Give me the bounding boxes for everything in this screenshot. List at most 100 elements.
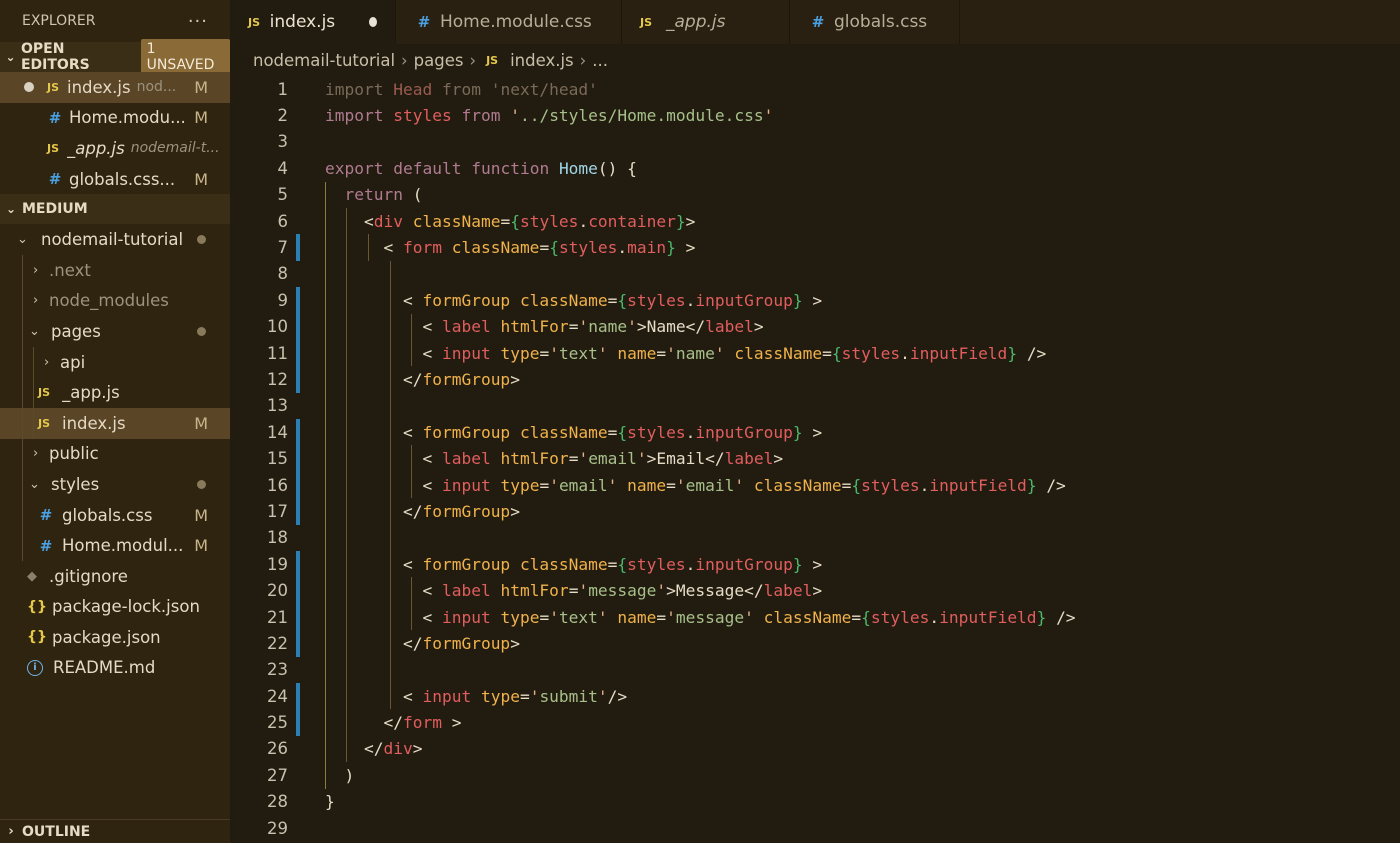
line-number: 16	[267, 475, 288, 495]
code-line[interactable]: 22 </formGroup>	[230, 630, 1400, 657]
code-text: < formGroup className={styles.inputGroup…	[402, 290, 823, 310]
breadcrumb-folder[interactable]: nodemail-tutorial	[253, 51, 395, 70]
code-text: < label htmlFor='email'>Email</label>	[422, 449, 784, 469]
code-line[interactable]: 21 < input type='text' name='message' cl…	[230, 603, 1400, 631]
tree-folder-next[interactable]: › .next	[0, 254, 230, 286]
tree-folder-pages[interactable]: ⌄ pages	[0, 316, 230, 347]
code-line[interactable]: 1 import Head from 'next/head'	[230, 76, 1400, 102]
folder-name: pages	[51, 321, 101, 341]
workspace-header[interactable]: ⌄ MEDIUM	[0, 194, 230, 225]
tab-globals-css[interactable]: # globals.css	[790, 0, 960, 44]
code-line[interactable]: 19 < formGroup className={styles.inputGr…	[230, 551, 1400, 578]
tab-home-module-css[interactable]: # Home.module.css	[396, 0, 622, 44]
tree-folder-nodemail-tutorial[interactable]: ⌄ nodemail-tutorial	[0, 224, 230, 255]
breadcrumb-symbol[interactable]: ...	[592, 51, 608, 70]
code-text: < input type='email' name='email' classN…	[422, 475, 1066, 495]
line-number: 5	[277, 185, 289, 205]
modified-dot-icon	[197, 326, 206, 336]
code-line[interactable]: 13	[230, 392, 1400, 420]
code-line[interactable]: 28 }	[230, 789, 1400, 815]
chevron-right-icon: ›	[579, 50, 587, 70]
line-number: 8	[277, 264, 289, 284]
tree-folder-api[interactable]: › api	[0, 346, 230, 378]
file-description: nod...	[136, 79, 177, 96]
tree-file-home-module-css[interactable]: # Home.modul... M	[0, 530, 230, 561]
code-line[interactable]: 16 < input type='email' name='email' cla…	[230, 471, 1400, 499]
tree-file-index-js[interactable]: JS index.js M	[0, 407, 230, 439]
tree-indent-guide	[22, 438, 23, 470]
code-line[interactable]: 20 < label htmlFor='message'>Message</la…	[230, 577, 1400, 604]
open-editor-home-module-css[interactable]: # Home.modu... M	[0, 103, 230, 134]
tree-file-readme[interactable]: i README.md	[0, 653, 230, 684]
code-line[interactable]: 8	[230, 260, 1400, 288]
code-line[interactable]: 15 < label htmlFor='email'>Email</label>	[230, 445, 1400, 472]
code-line[interactable]: 26 </div>	[230, 735, 1400, 763]
indent-guide	[346, 260, 347, 288]
code-line[interactable]: 6 <div className={styles.container}>	[230, 207, 1400, 235]
modified-line-marker	[296, 498, 300, 525]
open-editors-header[interactable]: ⌄ OPEN EDITORS 1 UNSAVED	[0, 39, 230, 75]
code-line[interactable]: 23	[230, 656, 1400, 683]
modified-line-marker	[296, 709, 300, 736]
code-line[interactable]: 25 </form >	[230, 709, 1400, 736]
outline-header[interactable]: › OUTLINE	[0, 819, 230, 843]
line-number: 29	[267, 818, 288, 838]
code-line[interactable]: 27 )	[230, 762, 1400, 789]
chevron-right-icon: ›	[401, 50, 408, 70]
tab-label: globals.css	[834, 12, 928, 32]
code-line[interactable]: 10 < label htmlFor='name'>Name</label>	[230, 313, 1400, 340]
code-editor[interactable]: 1 import Head from 'next/head' 2 import …	[230, 76, 1400, 843]
more-actions-icon[interactable]: ···	[188, 11, 208, 32]
code-line[interactable]: 7 < form className={styles.main} >	[230, 234, 1400, 261]
open-editor-globals-css[interactable]: # globals.css... M	[0, 164, 230, 195]
unsaved-dot-icon[interactable]	[24, 82, 34, 93]
breadcrumb: nodemail-tutorial › pages › JS index.js …	[230, 44, 1400, 76]
file-description: nodemail-t...	[130, 140, 220, 157]
tree-file-app-js[interactable]: JS _app.js	[0, 377, 230, 408]
tree-indent-guide	[22, 377, 23, 408]
tree-folder-public[interactable]: › public	[0, 438, 230, 470]
tree-folder-node-modules[interactable]: › node_modules	[0, 285, 230, 317]
code-line[interactable]: 14 < formGroup className={styles.inputGr…	[230, 419, 1400, 446]
modified-line-marker	[296, 445, 300, 472]
modified-line-marker	[296, 551, 300, 578]
code-line[interactable]: 17 </formGroup>	[230, 498, 1400, 525]
code-text: </formGroup>	[402, 633, 520, 653]
line-number: 28	[267, 792, 288, 812]
breadcrumb-file[interactable]: index.js	[510, 51, 574, 70]
chevron-down-icon: ⌄	[5, 50, 16, 64]
tree-indent-guide	[33, 407, 34, 439]
code-line[interactable]: 9 < formGroup className={styles.inputGro…	[230, 287, 1400, 314]
code-line[interactable]: 3	[230, 129, 1400, 155]
tree-indent-guide	[22, 254, 23, 286]
tree-file-package-json[interactable]: {} package.json	[0, 622, 230, 653]
unsaved-dot-icon[interactable]	[369, 17, 377, 27]
breadcrumb-subfolder[interactable]: pages	[414, 51, 464, 70]
code-line[interactable]: 12 </formGroup>	[230, 366, 1400, 393]
chevron-right-icon: ›	[33, 293, 39, 309]
tab-index-js[interactable]: JS index.js	[230, 0, 396, 44]
code-text: < input type='text' name='name' classNam…	[422, 343, 1047, 363]
code-line[interactable]: 24 < input type='submit'/>	[230, 682, 1400, 710]
code-line[interactable]: 4 export default function Home() {	[230, 155, 1400, 181]
file-name: _app.js	[62, 383, 120, 403]
code-line[interactable]: 2 import styles from '../styles/Home.mod…	[230, 102, 1400, 128]
tree-file-package-lock-json[interactable]: {} package-lock.json	[0, 592, 230, 623]
folder-name: nodemail-tutorial	[41, 230, 184, 250]
open-editor-app-js[interactable]: JS _app.js nodemail-t...	[0, 133, 230, 164]
outline-label: OUTLINE	[22, 823, 91, 840]
css-file-icon: #	[811, 13, 825, 31]
tree-indent-guide	[22, 499, 23, 531]
js-file-icon: JS	[38, 416, 51, 430]
code-line[interactable]: 11 < input type='text' name='name' class…	[230, 339, 1400, 367]
code-line[interactable]: 18	[230, 524, 1400, 552]
tree-file-globals-css[interactable]: # globals.css M	[0, 499, 230, 531]
tree-file-gitignore[interactable]: ◆ .gitignore	[0, 561, 230, 592]
code-line[interactable]: 5 return (	[230, 181, 1400, 208]
file-name: package.json	[52, 627, 161, 647]
code-line[interactable]: 29	[230, 815, 1400, 841]
open-editor-index-js[interactable]: JS index.js nod... M	[0, 72, 230, 103]
explorer-title: EXPLORER	[22, 13, 96, 29]
tree-folder-styles[interactable]: ⌄ styles	[0, 469, 230, 500]
tab-app-js[interactable]: JS _app.js	[622, 0, 790, 44]
